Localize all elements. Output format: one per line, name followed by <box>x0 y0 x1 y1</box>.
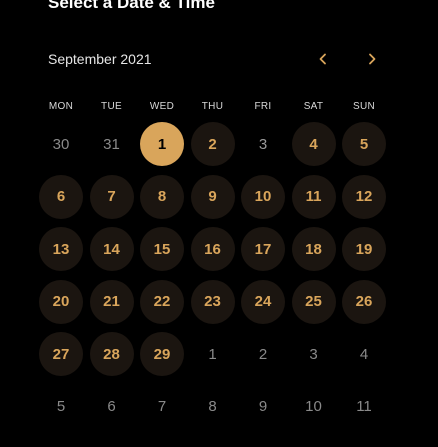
calendar-day: 6 <box>107 398 116 415</box>
calendar-day[interactable]: 5 <box>342 122 386 166</box>
calendar-day[interactable]: 21 <box>89 279 134 324</box>
calendar-day: 31 <box>103 135 120 153</box>
calendar-grid: 30 31 1 2 3 4 5 6 7 8 9 10 11 12 13 14 15 16 17 18 19 20 21 22 2… <box>0 0 438 447</box>
calendar-day: 4 <box>359 345 369 363</box>
calendar-day[interactable]: 20 <box>39 279 83 324</box>
calendar-day[interactable]: 10 <box>241 174 285 219</box>
calendar-day[interactable]: 26 <box>342 279 386 324</box>
calendar-day[interactable]: 6 <box>39 174 83 219</box>
calendar-day[interactable]: 4 <box>291 122 336 166</box>
selected-day[interactable]: 1 <box>140 122 184 166</box>
calendar-day: 3 <box>258 135 268 153</box>
calendar-day: 8 <box>208 398 217 415</box>
calendar-day[interactable]: 24 <box>241 279 285 324</box>
calendar-day: 1 <box>208 345 217 363</box>
calendar-day[interactable]: 7 <box>89 174 134 219</box>
calendar-day[interactable]: 18 <box>291 227 336 271</box>
calendar-day[interactable]: 29 <box>140 332 184 376</box>
calendar-day[interactable]: 16 <box>190 227 235 271</box>
calendar-day[interactable]: 14 <box>89 227 134 271</box>
calendar-day[interactable]: 15 <box>140 227 184 271</box>
calendar-day[interactable]: 12 <box>342 174 386 219</box>
calendar-day: 30 <box>52 135 70 153</box>
calendar-day[interactable]: 13 <box>39 227 83 271</box>
calendar-day: 2 <box>258 345 268 363</box>
calendar-day: 3 <box>309 345 318 363</box>
calendar-day: 10 <box>305 398 322 415</box>
calendar-day[interactable]: 8 <box>140 174 184 219</box>
calendar-day: 11 <box>356 398 372 415</box>
calendar-day: 5 <box>56 398 66 415</box>
calendar-day[interactable]: 19 <box>342 227 386 271</box>
calendar-day: 7 <box>157 398 167 415</box>
calendar-day[interactable]: 25 <box>291 279 336 324</box>
calendar-day[interactable]: 2 <box>190 122 235 166</box>
calendar-day[interactable]: 9 <box>190 174 235 219</box>
calendar-day[interactable]: 28 <box>89 332 134 376</box>
calendar-day[interactable]: 17 <box>241 227 285 271</box>
calendar-day[interactable]: 27 <box>39 332 83 376</box>
calendar-day[interactable]: 22 <box>140 279 184 324</box>
calendar-day[interactable]: 23 <box>190 279 235 324</box>
calendar-day[interactable]: 11 <box>291 174 336 219</box>
calendar-day: 9 <box>258 398 268 415</box>
